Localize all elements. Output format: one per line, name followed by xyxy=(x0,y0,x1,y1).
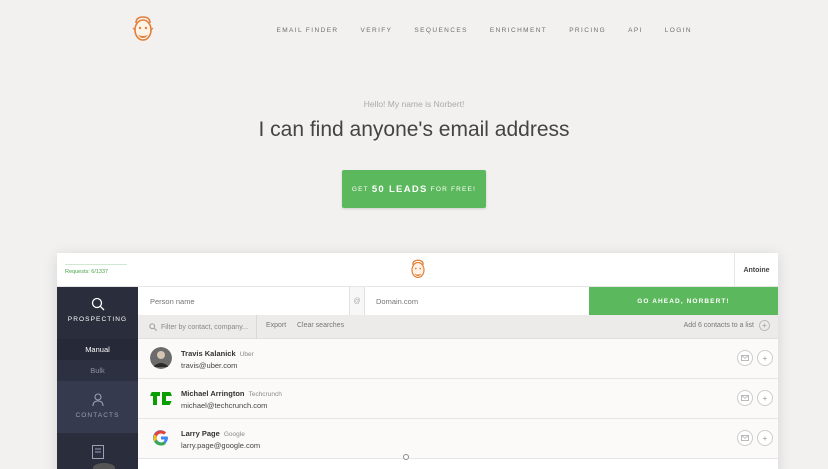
contact-company: Techcrunch xyxy=(248,391,282,398)
hero-headline: I can find anyone's email address xyxy=(258,118,570,141)
avatar xyxy=(150,427,172,449)
add-contact-button[interactable]: + xyxy=(757,430,773,446)
filter-bar: Filter by contact, company... Export Cle… xyxy=(138,315,778,339)
contact-name: Michael Arrington xyxy=(181,389,245,398)
search-icon xyxy=(149,323,157,331)
sidebar-item-contacts[interactable]: CONTACTS xyxy=(57,381,138,433)
contact-company: Uber xyxy=(239,351,254,358)
avatar xyxy=(150,347,172,369)
contact-row[interactable]: Larry Page Google larry.page@google.com … xyxy=(138,419,778,459)
norbert-logo[interactable] xyxy=(408,258,428,282)
contact-email: larry.page@google.com xyxy=(181,441,261,450)
nav-pricing[interactable]: PRICING xyxy=(569,27,606,34)
contact-list: Travis Kalanick Uber travis@uber.com + M… xyxy=(138,339,778,459)
person-photo-icon xyxy=(150,347,172,369)
nav-api[interactable]: API xyxy=(628,27,643,34)
avatar xyxy=(150,387,172,409)
mouse-cursor-icon xyxy=(403,454,409,460)
sidebar-label-contacts: CONTACTS xyxy=(75,412,120,419)
search-icon xyxy=(91,297,104,311)
add-to-list-button[interactable]: Add 6 contacts to a list + xyxy=(684,320,770,331)
mail-icon xyxy=(741,395,749,401)
sidebar-item-bulk[interactable]: Bulk xyxy=(57,360,138,381)
mail-icon xyxy=(741,435,749,441)
domain-input[interactable] xyxy=(365,287,589,315)
add-contact-button[interactable]: + xyxy=(757,390,773,406)
get-leads-button[interactable]: GET 50 LEADS FOR FREE! xyxy=(342,170,486,208)
nav-verify[interactable]: VERIFY xyxy=(361,27,393,34)
contact-company: Google xyxy=(223,431,245,438)
nav-email-finder[interactable]: EMAIL FINDER xyxy=(276,27,338,34)
export-link[interactable]: Export xyxy=(266,322,286,329)
nav-sequences[interactable]: SEQUENCES xyxy=(414,27,467,34)
add-contact-button[interactable]: + xyxy=(757,350,773,366)
nav-login[interactable]: LOGIN xyxy=(665,27,692,34)
avatar xyxy=(93,463,115,469)
cta-main: 50 LEADS xyxy=(371,183,428,195)
cta-pre: GET xyxy=(351,185,369,193)
contact-name-line: Michael Arrington Techcrunch xyxy=(181,389,282,398)
clear-searches-link[interactable]: Clear searches xyxy=(297,322,344,329)
techcrunch-logo-icon xyxy=(150,392,172,405)
nav-enrichment[interactable]: ENRICHMENT xyxy=(490,27,547,34)
app-header: Requests: 6/1337 Antoine xyxy=(57,253,778,287)
user-menu[interactable]: Antoine xyxy=(734,253,778,287)
contact-email: travis@uber.com xyxy=(181,361,238,370)
app-preview: Requests: 6/1337 Antoine PROSPECTING Man… xyxy=(57,253,778,469)
hero-kicker: Hello! My name is Norbert! xyxy=(363,99,465,109)
sidebar: PROSPECTING Manual Bulk CONTACTS xyxy=(57,287,138,469)
contact-name-line: Travis Kalanick Uber xyxy=(181,349,254,358)
person-name-input[interactable] xyxy=(138,287,349,315)
contact-name: Larry Page xyxy=(181,429,220,438)
google-logo-icon xyxy=(153,430,168,446)
filter-input[interactable]: Filter by contact, company... xyxy=(138,315,257,339)
sidebar-label-prospecting: PROSPECTING xyxy=(67,316,128,323)
send-email-button[interactable] xyxy=(737,390,753,406)
filter-placeholder: Filter by contact, company... xyxy=(161,323,249,331)
contact-row[interactable]: Michael Arrington Techcrunch michael@tec… xyxy=(138,379,778,419)
sidebar-item-manual[interactable]: Manual xyxy=(57,339,138,360)
requests-counter: Requests: 6/1337 xyxy=(65,264,127,275)
sidebar-item-prospecting[interactable]: PROSPECTING xyxy=(57,287,138,339)
send-email-button[interactable] xyxy=(737,350,753,366)
search-button[interactable]: GO AHEAD, NORBERT! xyxy=(589,287,778,315)
plus-icon: + xyxy=(759,320,770,331)
add-to-list-label: Add 6 contacts to a list xyxy=(683,322,754,329)
contact-name: Travis Kalanick xyxy=(181,349,236,358)
person-icon xyxy=(91,393,104,407)
mail-icon xyxy=(741,355,749,361)
send-email-button[interactable] xyxy=(737,430,753,446)
search-bar: @ GO AHEAD, NORBERT! xyxy=(138,287,778,315)
contact-email: michael@techcrunch.com xyxy=(181,401,268,410)
at-separator: @ xyxy=(349,287,365,315)
cta-post: FOR FREE! xyxy=(430,185,477,193)
contact-name-line: Larry Page Google xyxy=(181,429,245,438)
norbert-logo[interactable] xyxy=(130,14,156,46)
contact-row[interactable]: Travis Kalanick Uber travis@uber.com + xyxy=(138,339,778,379)
main-nav: EMAIL FINDER VERIFY SEQUENCES ENRICHMENT… xyxy=(276,27,692,34)
list-icon xyxy=(91,445,104,459)
